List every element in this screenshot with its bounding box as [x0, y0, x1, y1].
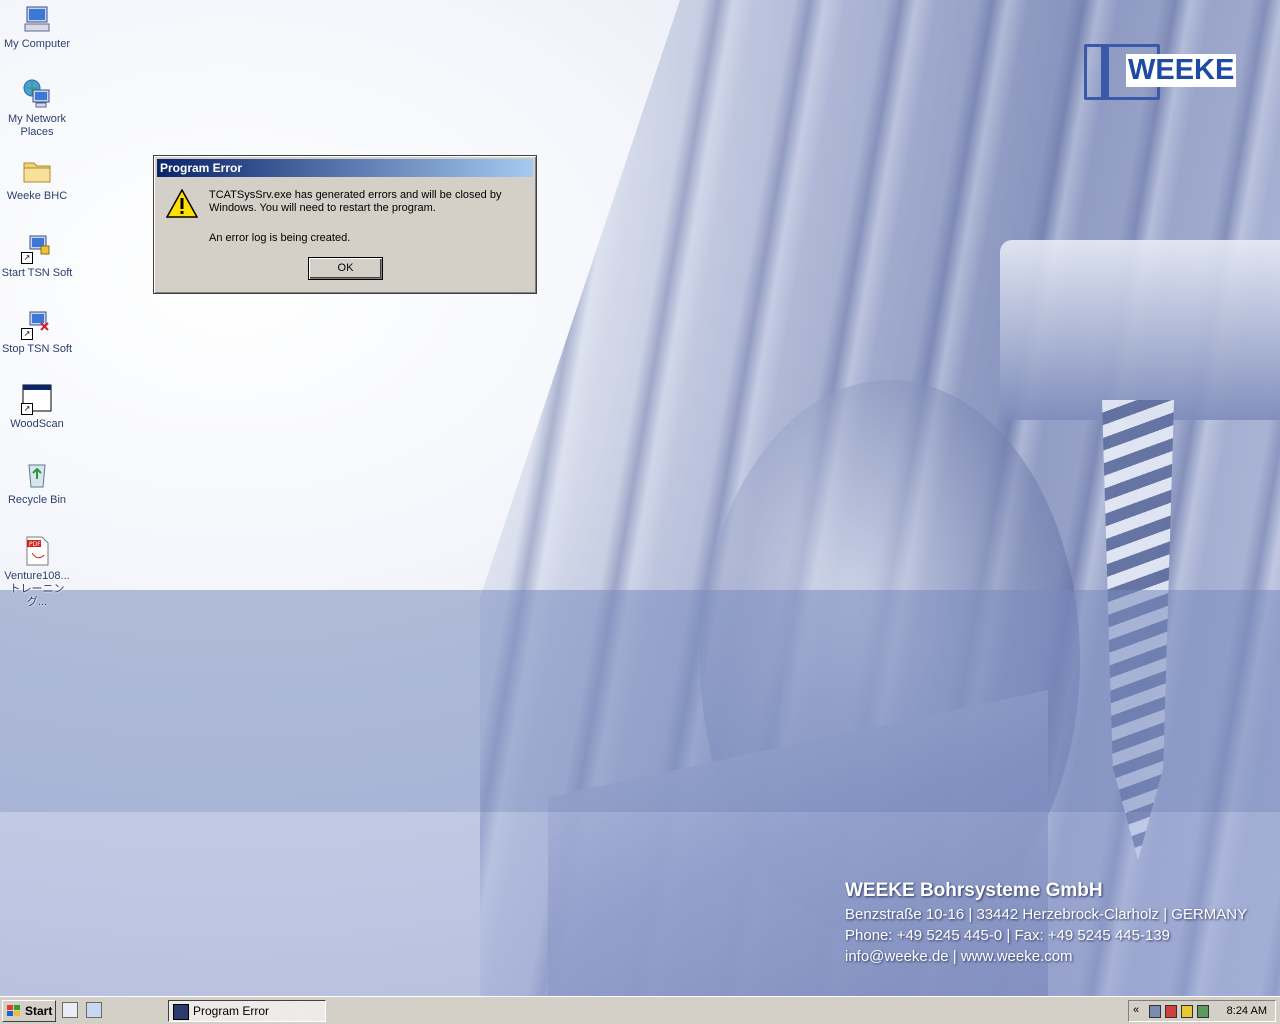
dialog-message-log: An error log is being created.	[209, 232, 351, 244]
pdf-icon: PDF	[21, 535, 53, 567]
stop-tsn-icon: ↗	[21, 308, 53, 340]
warning-icon	[165, 188, 199, 219]
tray-security-icon[interactable]	[1181, 1005, 1193, 1018]
company-address: Benzstraße 10-16 | 33442 Herzebrock-Clar…	[845, 906, 1248, 923]
desktop-icon-my-computer[interactable]: My Computer	[0, 3, 74, 51]
desktop: WEEKE WEEKE Bohrsysteme GmbH Benzstraße …	[0, 0, 1280, 996]
shortcut-arrow-icon: ↗	[21, 252, 33, 264]
desktop-icon-start-tsn-soft[interactable]: ↗ Start TSN Soft	[0, 232, 74, 280]
dialog-message: TCATSysSrv.exe has generated errors and …	[209, 189, 502, 214]
system-tray: « 8:24 AM	[1128, 1000, 1276, 1022]
quicklaunch-show-desktop-icon[interactable]	[62, 1002, 78, 1018]
wallpaper-band	[0, 590, 1280, 812]
company-web: info@weeke.de | www.weeke.com	[845, 948, 1073, 965]
quicklaunch-explorer-icon[interactable]	[86, 1002, 102, 1018]
desktop-icon-woodscan[interactable]: ↗ WoodScan	[0, 383, 74, 431]
desktop-icon-label: My Network Places	[7, 113, 67, 138]
dialog-titlebar[interactable]: Program Error	[157, 159, 533, 177]
taskbar-button-program-error[interactable]: Program Error	[168, 1000, 326, 1022]
desktop-icon-label: WoodScan	[10, 418, 64, 430]
tray-vc-icon[interactable]	[1197, 1005, 1209, 1018]
taskbar: Start Program Error « 8:24 AM	[0, 996, 1280, 1024]
weeke-logo: WEEKE	[1084, 44, 1237, 102]
desktop-icon-label: My Computer	[3, 38, 71, 50]
clock[interactable]: 8:24 AM	[1227, 1005, 1267, 1017]
tray-expand-chevron-icon[interactable]: «	[1133, 1004, 1139, 1016]
desktop-icon-stop-tsn-soft[interactable]: ↗ Stop TSN Soft	[0, 308, 74, 356]
desktop-icon-weeke-bhc[interactable]: Weeke BHC	[0, 155, 74, 203]
desktop-icon-recycle-bin[interactable]: Recycle Bin	[0, 459, 74, 507]
weeke-logo-text: WEEKE	[1126, 54, 1237, 87]
shortcut-arrow-icon: ↗	[21, 328, 33, 340]
program-error-task-icon	[173, 1004, 189, 1020]
company-info: WEEKE Bohrsysteme GmbH Benzstraße 10-16 …	[845, 880, 1247, 969]
start-button[interactable]: Start	[2, 1000, 56, 1022]
desktop-icon-label: Venture108... トレーニング...	[4, 570, 70, 608]
my-computer-icon	[21, 3, 53, 35]
woodscan-icon: ↗	[21, 383, 53, 415]
taskbar-button-label: Program Error	[193, 1004, 270, 1018]
desktop-icon-network-places[interactable]: My Network Places	[0, 78, 74, 139]
desktop-icon-label: Weeke BHC	[6, 190, 68, 202]
tray-network-icon[interactable]	[1149, 1005, 1161, 1018]
company-phone: Phone: +49 5245 445-0 | Fax: +49 5245 44…	[845, 927, 1170, 944]
recycle-bin-icon	[21, 459, 53, 491]
desktop-icon-label: Start TSN Soft	[1, 267, 73, 279]
company-name: WEEKE Bohrsysteme GmbH	[845, 880, 1103, 901]
start-tsn-icon: ↗	[21, 232, 53, 264]
desktop-icon-label: Recycle Bin	[7, 494, 67, 506]
desktop-icon-venture-pdf[interactable]: PDF Venture108... トレーニング...	[0, 535, 74, 609]
network-places-icon	[21, 78, 53, 110]
tray-app-icon[interactable]	[1165, 1005, 1177, 1018]
ok-button[interactable]: OK	[308, 257, 383, 280]
wallpaper-spindle	[1000, 240, 1280, 420]
shortcut-arrow-icon: ↗	[21, 403, 33, 415]
svg-text:PDF: PDF	[29, 541, 41, 548]
windows-logo-icon	[7, 1005, 21, 1017]
start-label: Start	[25, 1004, 53, 1018]
desktop-icon-label: Stop TSN Soft	[1, 343, 73, 355]
program-error-dialog[interactable]: Program Error TCATSysSrv.exe has generat…	[153, 155, 537, 294]
folder-icon	[21, 155, 53, 187]
